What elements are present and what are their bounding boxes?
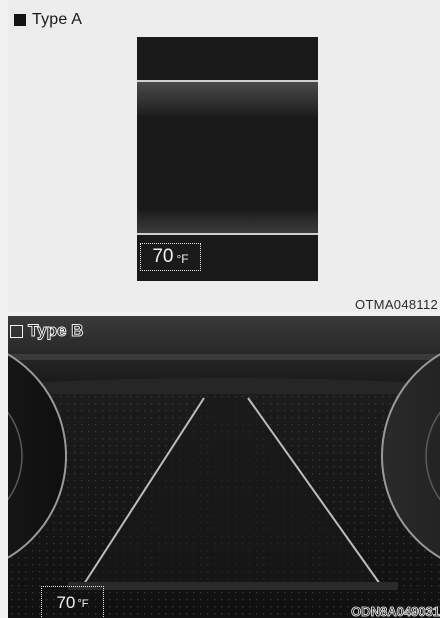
bottom-divider-line bbox=[137, 233, 318, 235]
temperature-unit: °F bbox=[176, 251, 189, 266]
horizon-band bbox=[8, 354, 440, 360]
empty-square-icon bbox=[10, 324, 23, 338]
type-a-cluster-display: 70 °F bbox=[137, 37, 318, 281]
outside-temperature-readout: 70 °F bbox=[140, 243, 201, 271]
temperature-unit: °F bbox=[77, 598, 89, 610]
type-a-image-code: OTMA048112 bbox=[355, 297, 438, 312]
type-b-cluster-scene bbox=[8, 316, 440, 618]
type-b-image-code: ODN8A049031 bbox=[351, 604, 440, 618]
road-bottom-band bbox=[68, 582, 398, 590]
type-a-panel: Type A 70 °F OTMA048112 bbox=[8, 0, 440, 312]
filled-square-icon bbox=[14, 14, 26, 26]
temperature-value: 70 bbox=[152, 246, 174, 267]
type-b-heading: Type B bbox=[10, 321, 84, 341]
type-a-heading: Type A bbox=[14, 11, 82, 29]
outside-temperature-readout: 70 °F bbox=[41, 586, 104, 618]
type-b-panel: Type B 70 °F ODN8A049031 bbox=[8, 316, 440, 618]
top-glow-band bbox=[137, 82, 318, 116]
bottom-glow-band bbox=[137, 211, 318, 233]
temperature-value: 70 bbox=[56, 592, 76, 612]
type-b-label: Type B bbox=[27, 321, 84, 341]
type-a-label: Type A bbox=[32, 11, 83, 28]
